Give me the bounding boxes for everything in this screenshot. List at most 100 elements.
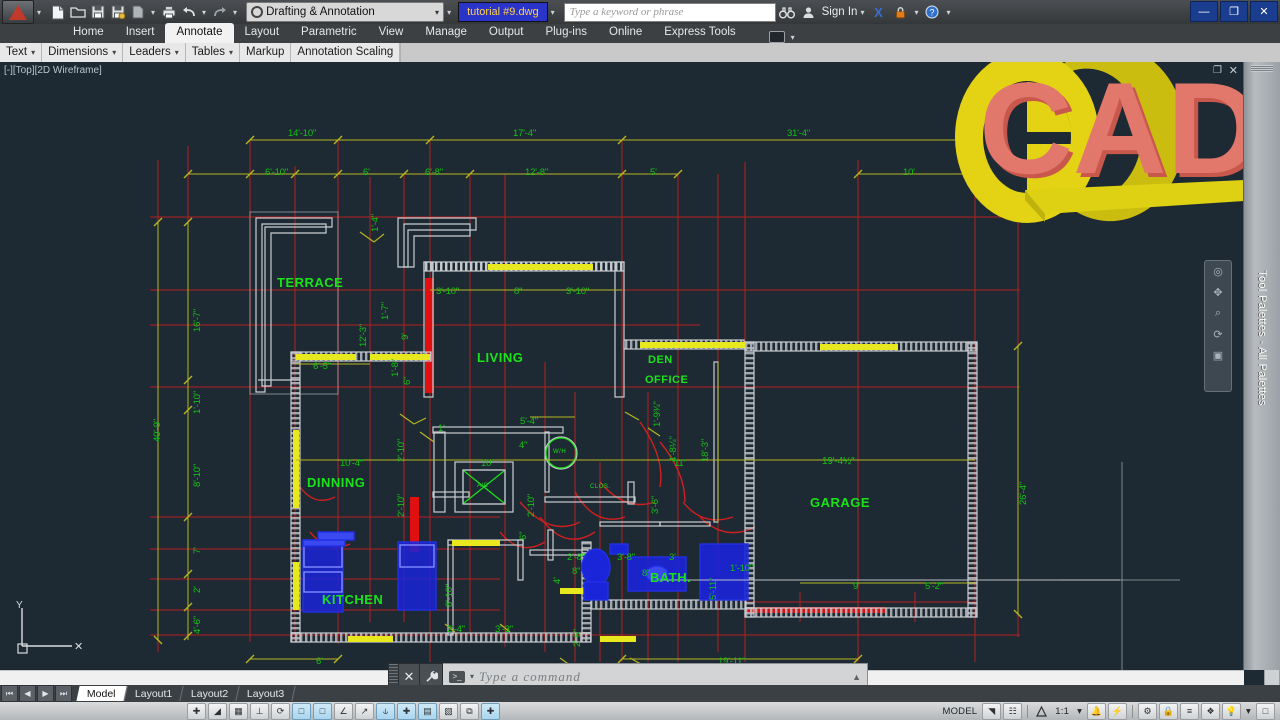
workspace-switching-icon[interactable]: ⚙ [1138,702,1158,720]
redo-chevron-icon[interactable]: ▾ [233,8,237,17]
search-input[interactable]: Type a keyword or phrase [563,2,776,22]
user-icon[interactable] [798,2,820,22]
lock-icon[interactable] [889,2,911,22]
dynamic-input-toggle[interactable]: ✚ [397,702,416,720]
help-chevron-icon[interactable]: ▾ [946,8,950,17]
minimize-button[interactable]: — [1190,1,1218,22]
annotation-scale-icon[interactable] [1033,704,1050,719]
toolbar-lock-icon[interactable]: 🔒 [1159,702,1179,720]
tab-insert[interactable]: Insert [115,23,166,43]
infer-constraints-toggle[interactable]: ✚ [187,702,206,720]
grid-display-toggle[interactable]: ▦ [229,702,248,720]
pan-icon[interactable]: ✥ [1205,282,1231,303]
new-icon[interactable] [48,3,67,22]
lineweight-toggle[interactable]: ▤ [418,702,437,720]
3d-object-snap-toggle[interactable]: □ [313,702,332,720]
panel-annotation-scaling[interactable]: Annotation Scaling [291,43,401,62]
close-button[interactable]: ✕ [1250,1,1278,22]
save-as-icon[interactable] [108,3,127,22]
first-layout-button[interactable]: ⏮ [1,685,18,702]
sign-in-chevron-icon[interactable]: ▾ [860,8,864,17]
ortho-mode-toggle[interactable]: ⊥ [250,702,269,720]
clean-screen-icon[interactable]: □ [1256,702,1275,720]
tab-manage[interactable]: Manage [414,23,478,43]
tab-view[interactable]: View [368,23,415,43]
tab-layout[interactable]: Layout [234,23,291,43]
layout-tab-layout2[interactable]: Layout2 [180,686,240,701]
restore-button[interactable]: ❐ [1220,1,1248,22]
layout-tab-model[interactable]: Model [76,686,128,701]
tab-express-tools[interactable]: Express Tools [653,23,746,43]
expand-up-icon[interactable]: ▲ [852,672,861,682]
plot-preview-chevron-icon[interactable]: ▾ [151,8,155,17]
dynamic-ucs-toggle[interactable]: ⫝ [376,702,395,720]
object-snap-tracking-toggle[interactable]: ∠ [334,702,353,720]
layout-tab-layout3[interactable]: Layout3 [236,686,297,701]
tray-caret-icon[interactable]: ▾ [1246,706,1251,717]
annotation-monitor-toggle[interactable]: ✚ [481,702,500,720]
snap-mode-toggle[interactable]: ◢ [208,702,227,720]
orbit-icon[interactable]: ⟳ [1205,324,1231,345]
tab-home[interactable]: Home [62,23,115,43]
selection-cycling-toggle[interactable]: ⧉ [460,702,479,720]
workspace-selector[interactable]: Drafting & Annotation ▾ [246,2,445,22]
autodesk-exchange-icon[interactable]: X [867,2,889,22]
annotation-scale-value[interactable]: 1:1 [1055,706,1069,717]
lock-chevron-icon[interactable]: ▾ [914,8,918,17]
chevron-down-icon[interactable]: ▾ [31,43,35,62]
camera-icon[interactable] [768,31,785,43]
workspace-overflow-icon[interactable]: ▾ [447,8,451,17]
zoom-icon[interactable]: ⌕ [1205,303,1231,324]
last-layout-button[interactable]: ⏭ [55,685,72,702]
navigation-bar[interactable]: ◎ ✥ ⌕ ⟳ ▣ [1204,260,1232,392]
help-icon[interactable]: ? [921,2,943,22]
workspace-chevron-icon[interactable]: ▾ [435,8,439,17]
hardware-acceleration-icon[interactable]: ❖ [1201,702,1221,720]
tab-online[interactable]: Online [598,23,653,43]
panel-dimensions[interactable]: Dimensions ▾ [42,43,124,62]
command-prompt-chevron-icon[interactable]: ▾ [470,672,474,681]
undo-icon[interactable] [179,3,198,22]
command-prompt-icon[interactable]: >_ [449,670,465,683]
auto-scale-icon[interactable]: ⚡ [1108,702,1128,720]
panel-tables[interactable]: Tables ▾ [186,43,241,62]
panel-text[interactable]: Text ▾ [0,43,43,62]
layout-tab-layout1[interactable]: Layout1 [124,686,184,701]
showmotion-icon[interactable]: ▣ [1205,345,1231,366]
model-space-icon[interactable]: ◥ [982,702,1002,720]
drawing-canvas[interactable]: [-][Top][2D Wireframe] ❐ ✕ TERRACE LIVIN… [0,62,1244,670]
object-snap-toggle[interactable]: □ [292,702,311,720]
chevron-down-icon[interactable]: ▾ [112,43,116,62]
annotation-visibility-icon[interactable]: 🔔 [1087,702,1107,720]
tab-annotate[interactable]: Annotate [165,23,234,43]
tab-parametric[interactable]: Parametric [290,23,368,43]
steering-wheel-icon[interactable]: ◎ [1205,261,1231,282]
camera-chevron-icon[interactable]: ▾ [791,33,795,42]
panel-markup[interactable]: Markup [240,43,292,62]
document-tab-chevron-icon[interactable]: ▾ [551,8,555,17]
polar-tracking-toggle[interactable]: ⟳ [271,702,290,720]
layout-space-icon[interactable]: ☷ [1003,702,1023,720]
document-tab[interactable]: tutorial #9.dwg [458,2,548,22]
application-menu-button[interactable] [2,0,34,24]
redo-icon[interactable] [210,3,229,22]
tab-plugins[interactable]: Plug-ins [534,23,598,43]
model-space-label[interactable]: MODEL [942,706,977,717]
status-tray-icon[interactable]: 💡 [1222,702,1242,720]
next-layout-button[interactable]: ▶ [37,685,54,702]
open-icon[interactable] [68,3,87,22]
transparency-toggle[interactable]: ▧ [439,702,458,720]
palette-grip[interactable] [1251,65,1273,72]
ucs-icon-toggle[interactable]: ↗ [355,702,374,720]
prev-layout-button[interactable]: ◀ [19,685,36,702]
chevron-down-icon[interactable]: ▾ [229,43,233,62]
panel-leaders[interactable]: Leaders ▾ [123,43,186,62]
binoculars-icon[interactable] [776,2,798,22]
annotation-scale-chevron-icon[interactable]: ▾ [1077,706,1082,717]
undo-chevron-icon[interactable]: ▾ [202,8,206,17]
plot-icon[interactable] [159,3,178,22]
sign-in-button[interactable]: Sign In [822,6,858,18]
chevron-down-icon[interactable]: ▾ [37,8,41,17]
tab-output[interactable]: Output [478,23,535,43]
chevron-down-icon[interactable]: ▾ [175,43,179,62]
